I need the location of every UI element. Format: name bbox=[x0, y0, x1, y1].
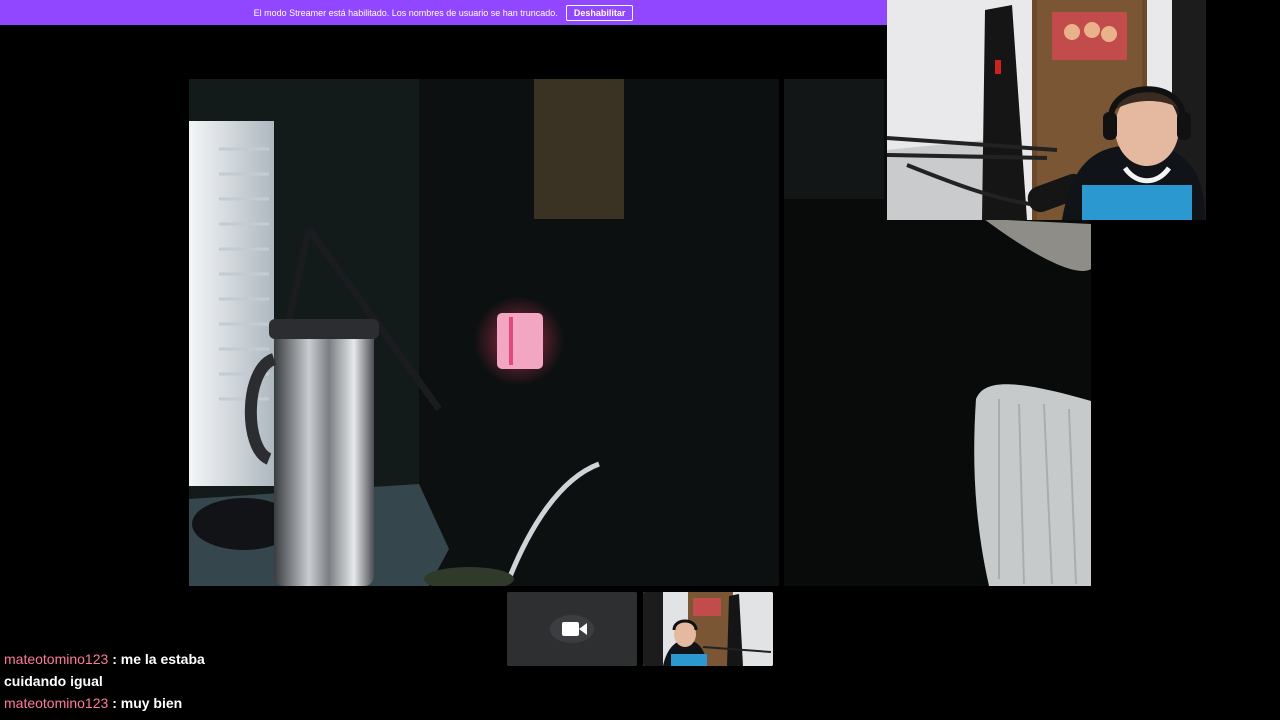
thumbnail-camera-off[interactable] bbox=[507, 592, 637, 666]
disable-streamer-mode-button[interactable]: Deshabilitar bbox=[565, 4, 634, 21]
chat-overlay: mateotomino123 : me la estaba cuidando i… bbox=[4, 648, 244, 714]
desk-scene-image bbox=[189, 79, 779, 586]
chat-username[interactable]: mateotomino123 bbox=[4, 651, 108, 667]
chat-username[interactable]: mateotomino123 bbox=[4, 695, 108, 711]
streamer-webcam[interactable] bbox=[887, 0, 1206, 220]
thumbnail-streamer-cam[interactable] bbox=[643, 592, 773, 666]
streamer-mode-banner: El modo Streamer está habilitado. Los no… bbox=[0, 0, 887, 25]
main-video-feed[interactable] bbox=[189, 79, 779, 586]
chat-message-text: muy bien bbox=[120, 695, 183, 711]
video-camera-icon bbox=[507, 592, 637, 666]
chat-message: mateotomino123 : me la estaba cuidando i… bbox=[4, 648, 244, 692]
stream-page: El modo Streamer está habilitado. Los no… bbox=[0, 0, 1280, 720]
streamer-webcam-image bbox=[887, 0, 1206, 220]
chat-separator: : bbox=[112, 651, 117, 667]
webcam-edge-bar bbox=[1206, 0, 1280, 220]
chat-separator: : bbox=[112, 695, 117, 711]
streamer-cam-thumbnail bbox=[643, 592, 773, 666]
chat-message: mateotomino123 : muy bien bbox=[4, 692, 244, 714]
streamer-mode-text: El modo Streamer está habilitado. Los no… bbox=[253, 7, 558, 18]
